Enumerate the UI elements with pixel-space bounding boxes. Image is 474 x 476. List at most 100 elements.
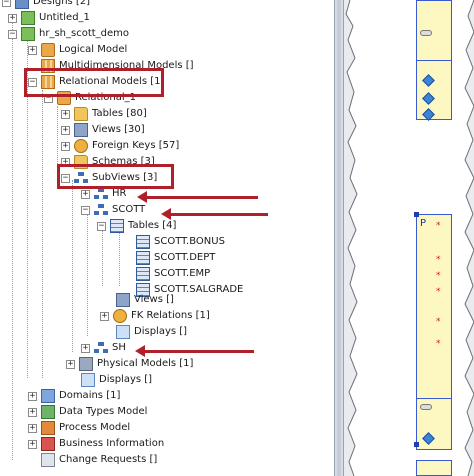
display-icon [116,325,130,339]
tree-node-physical-models[interactable]: + Physical Models [1] [66,356,193,372]
design-icon [21,11,35,25]
entity-divider [416,60,452,61]
collapse-toggle[interactable]: − [8,29,17,39]
expand-toggle[interactable]: + [81,343,90,353]
tree-node-table-item[interactable]: SCOTT.EMP [136,266,210,282]
tree-node-data-types-model[interactable]: + Data Types Model [28,404,147,420]
tree-node-label: SH [112,342,126,353]
selection-handle[interactable] [414,442,419,447]
foreign-key-icon [113,309,127,323]
table-icon [110,219,124,233]
tree-node-scott-displays[interactable]: Displays [] [116,324,187,340]
tree-node-label: Untitled_1 [39,12,90,23]
design-icon [21,27,35,41]
entity-box[interactable] [416,460,452,476]
tree-node-label: Tables [80] [92,108,147,119]
required-star-icon: * [436,255,441,265]
expand-toggle[interactable]: + [61,141,70,151]
tree-node-label: Foreign Keys [57] [92,140,180,151]
torn-edge-shape [344,0,474,476]
tree-node-label: hr_sh_scott_demo [39,28,130,39]
tree-node-label: FK Relations [1] [131,310,210,321]
required-star-icon: * [436,271,441,281]
process-model-icon [41,421,55,435]
tree-node-label: Views [30] [92,124,145,135]
tree-node-views[interactable]: + Views [30] [61,122,145,138]
subview-icon [94,204,108,216]
designs-icon [15,0,29,9]
tree-node-untitled-1[interactable]: + Untitled_1 [8,10,90,26]
tree-node-designs[interactable]: − Designs [2] [2,0,90,10]
entity-box[interactable] [416,214,452,450]
required-star-icon: * [436,339,441,349]
tree-node-fk-relations[interactable]: + FK Relations [1] [100,308,210,324]
highlight-box-relational-models [24,68,164,97]
expand-toggle[interactable]: + [61,125,70,135]
table-icon [136,235,150,249]
tree-node-scott-views[interactable]: Views [] [116,292,174,308]
logical-model-icon [41,43,55,57]
tree-node-label: SCOTT [112,204,146,215]
tree-node-logical-model[interactable]: + Logical Model [28,42,127,58]
display-icon [81,373,95,387]
expand-toggle[interactable]: + [66,359,75,369]
collapse-toggle[interactable]: − [81,205,90,215]
tree-node-subview-sh[interactable]: + SH [81,340,126,356]
view-icon [74,123,88,137]
tree-node-label: Process Model [59,422,131,433]
tree-node-relational-displays[interactable]: Displays [] [81,372,152,388]
view-icon [116,293,130,307]
tree-node-process-model[interactable]: + Process Model [28,420,130,436]
expand-toggle[interactable]: + [28,391,37,401]
subview-icon [94,188,108,200]
tree-node-subview-scott[interactable]: − SCOTT [81,202,145,218]
tree-node-label: Displays [] [134,326,188,337]
tree-node-label: Change Requests [] [59,454,158,465]
physical-model-icon [79,357,93,371]
key-icon [420,404,432,410]
tree-node-label: SCOTT.EMP [154,268,211,279]
key-icon [420,30,432,36]
selection-handle[interactable] [414,212,419,217]
entity-divider [416,398,452,399]
tree-node-label: Data Types Model [59,406,148,417]
expand-toggle[interactable]: + [81,189,90,199]
tree-node-label: SCOTT.BONUS [154,236,225,247]
tree-node-foreign-keys[interactable]: + Foreign Keys [57] [61,138,179,154]
tree-node-change-requests[interactable]: Change Requests [] [41,452,157,468]
subview-icon [94,342,108,354]
tree-node-label: Views [] [134,294,174,305]
tree-node-business-information[interactable]: + Business Information [28,436,164,452]
tree-node-hr-sh-scott-demo[interactable]: − hr_sh_scott_demo [8,26,129,42]
business-info-icon [41,437,55,451]
required-star-icon: * [436,287,441,297]
expand-toggle[interactable]: + [28,423,37,433]
model-browser-tree: − Designs [2] + Untitled_1 − hr_sh_scott… [0,0,334,476]
entity-pk-marker: P [420,218,427,229]
tree-node-table-item[interactable]: SCOTT.DEPT [136,250,215,266]
tree-node-domains[interactable]: + Domains [1] [28,388,120,404]
table-icon [136,251,150,265]
vertical-scrollbar[interactable] [337,0,341,476]
table-icon [136,267,150,281]
expand-toggle[interactable]: + [28,45,37,55]
expand-toggle[interactable]: + [8,13,17,23]
tree-node-label: SCOTT.DEPT [154,252,216,263]
annotation-arrow-scott [161,208,268,220]
tree-node-scott-tables[interactable]: − Tables [4] [97,218,176,234]
tree-node-label: Displays [] [99,374,153,385]
expand-toggle[interactable]: + [28,439,37,449]
expand-toggle[interactable]: + [28,407,37,417]
collapse-toggle[interactable]: − [97,221,106,231]
tree-node-table-item[interactable]: SCOTT.BONUS [136,234,225,250]
annotation-arrow-hr [137,191,258,203]
expand-toggle[interactable]: + [100,311,109,321]
annotation-arrow-sh [135,345,254,357]
expand-toggle[interactable]: + [61,109,70,119]
change-request-icon [41,453,55,467]
tree-node-label: Physical Models [1] [97,358,194,369]
collapse-toggle[interactable]: − [2,0,11,7]
tree-node-tables[interactable]: + Tables [80] [61,106,147,122]
tree-node-label: Domains [1] [59,390,121,401]
tree-node-label: Tables [4] [128,220,177,231]
